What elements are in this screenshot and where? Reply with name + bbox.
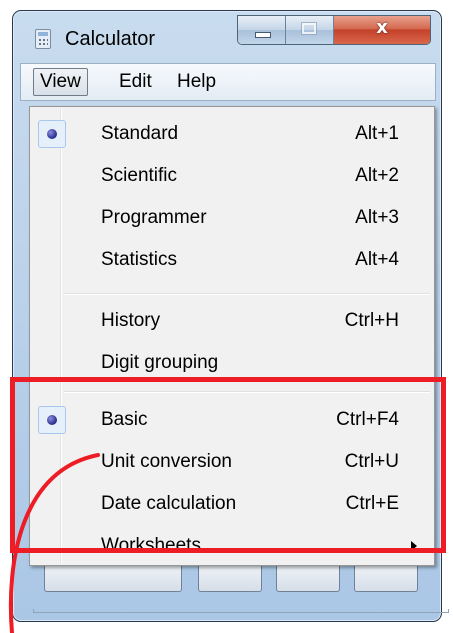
menu-item-label: Worksheets [101, 535, 201, 556]
calc-key-decimal[interactable] [198, 566, 262, 592]
menu-item-label: Statistics [101, 249, 178, 270]
maximize-button[interactable] [286, 16, 334, 44]
calc-key-equals[interactable] [354, 566, 418, 592]
close-button[interactable]: x [334, 16, 430, 44]
menu-item-label: Unit conversion [101, 451, 232, 472]
title-bar[interactable]: Calculator x [13, 11, 441, 63]
menu-item-shortcut: Alt+4 [355, 249, 399, 270]
radio-check-box [38, 406, 66, 434]
menu-item-digit-grouping[interactable]: Digit grouping [33, 344, 431, 382]
menu-item-label: Standard [101, 123, 179, 144]
radio-dot-icon [47, 415, 57, 425]
menu-separator [64, 391, 430, 393]
menu-edit[interactable]: Edit [113, 64, 158, 100]
menu-item-worksheets[interactable]: Worksheets [33, 527, 431, 565]
menu-item-basic[interactable]: Basic Ctrl+F4 [33, 401, 431, 439]
maximize-icon [301, 22, 317, 35]
radio-dot-icon [47, 129, 57, 139]
menu-item-scientific[interactable]: Scientific Alt+2 [33, 157, 431, 195]
menu-item-label: Date calculation [101, 493, 237, 514]
menu-item-shortcut: Alt+1 [355, 123, 399, 144]
window-title: Calculator [65, 28, 156, 50]
menu-item-label: History [101, 310, 161, 331]
menu-item-shortcut: Alt+3 [355, 207, 399, 228]
menu-item-shortcut: Ctrl+H [344, 310, 399, 331]
menu-item-shortcut: Ctrl+E [345, 493, 399, 514]
radio-check-box [38, 120, 66, 148]
calc-key-zero[interactable] [44, 566, 182, 592]
menu-bar: View Edit Help [20, 63, 436, 101]
submenu-arrow-icon [411, 541, 417, 551]
menu-item-programmer[interactable]: Programmer Alt+3 [33, 199, 431, 237]
menu-item-label: Basic [101, 409, 148, 430]
caption-buttons: x [237, 15, 431, 45]
menu-view[interactable]: View [33, 68, 88, 96]
menu-item-standard[interactable]: Standard Alt+1 [33, 115, 431, 153]
minimize-icon [255, 32, 271, 38]
menu-help[interactable]: Help [171, 64, 222, 100]
menu-item-unit-conversion[interactable]: Unit conversion Ctrl+U [33, 443, 431, 481]
menu-item-shortcut: Ctrl+U [344, 451, 399, 472]
menu-separator [64, 293, 430, 295]
minimize-button[interactable] [238, 16, 286, 44]
menu-item-history[interactable]: History Ctrl+H [33, 302, 431, 340]
menu-item-statistics[interactable]: Statistics Alt+4 [33, 241, 431, 279]
menu-item-shortcut: Ctrl+F4 [336, 409, 399, 430]
calculator-button-row-partial [44, 566, 426, 596]
menu-item-shortcut: Alt+2 [355, 165, 399, 186]
close-icon: x [376, 17, 388, 38]
menu-item-label: Programmer [101, 207, 207, 228]
menu-item-label: Digit grouping [101, 352, 219, 373]
calc-key-add[interactable] [276, 566, 340, 592]
menu-item-date-calculation[interactable]: Date calculation Ctrl+E [33, 485, 431, 523]
calculator-body-frame [33, 609, 449, 613]
view-menu-dropdown: Standard Alt+1 Scientific Alt+2 Programmer Al… [29, 106, 435, 566]
calculator-app-icon [35, 29, 51, 49]
menu-item-label: Scientific [101, 165, 178, 186]
